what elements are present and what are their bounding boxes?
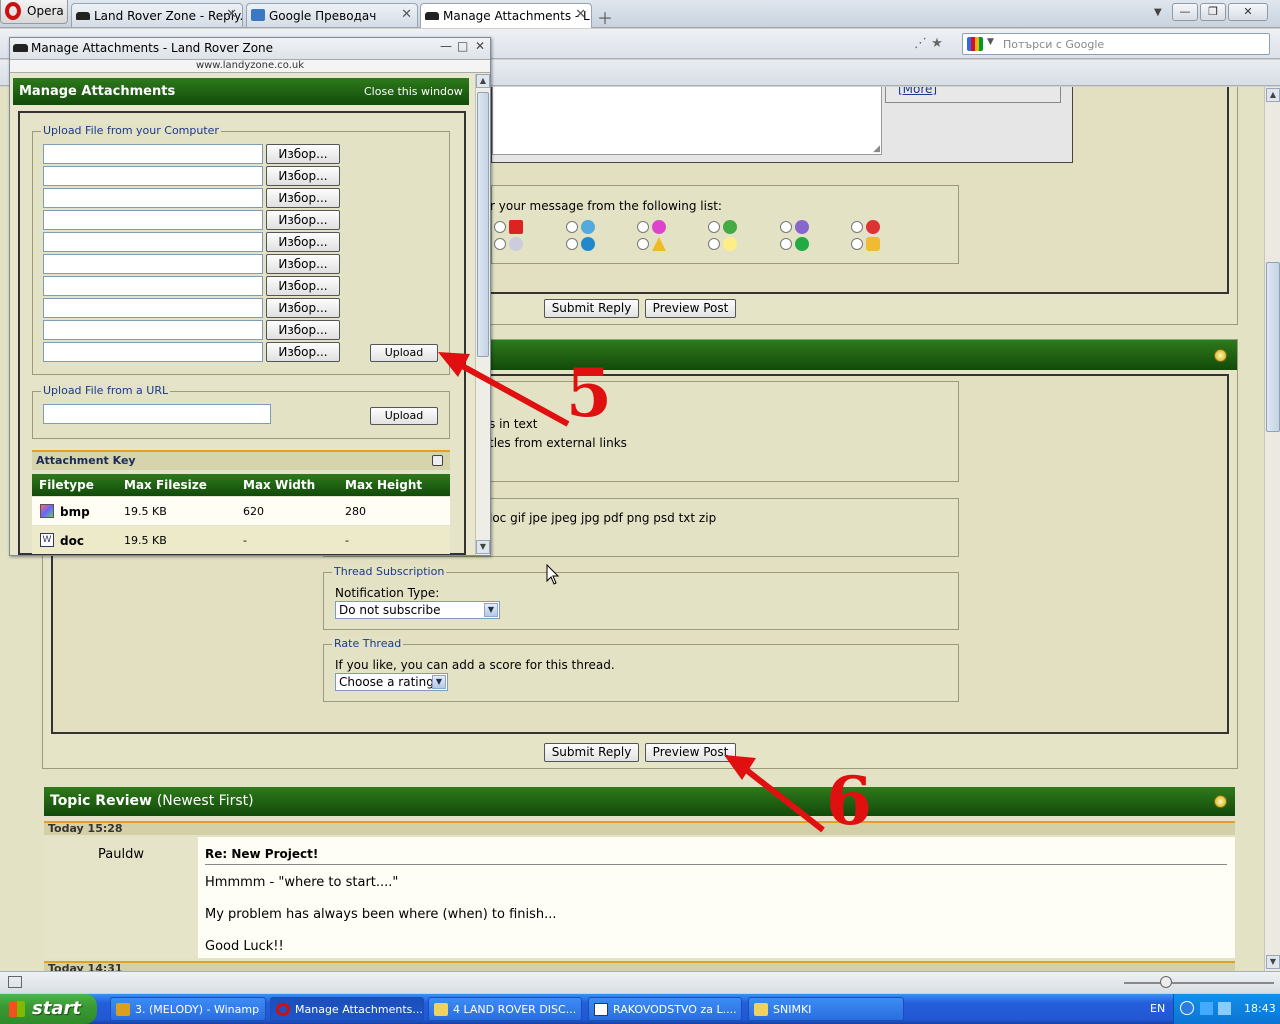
browser-status-bar: [0, 971, 1280, 993]
start-button[interactable]: start: [0, 994, 97, 1024]
word-document-icon: [594, 1003, 608, 1016]
taskbar-item-winamp[interactable]: 3. (MELODY) - Winamp: [110, 997, 266, 1021]
panel-toggle-icon[interactable]: [8, 976, 22, 988]
network-icon[interactable]: [1200, 1002, 1213, 1015]
annotation-arrows: [438, 352, 825, 833]
clock: 18:43: [1244, 1002, 1276, 1015]
opera-icon: [276, 1003, 290, 1016]
tray-chevron-icon[interactable]: [1180, 1001, 1194, 1015]
arrow-step5-shaft: [453, 359, 570, 427]
volume-icon[interactable]: [1218, 1002, 1231, 1015]
zoom-slider[interactable]: [1124, 982, 1274, 984]
start-label: start: [32, 998, 81, 1019]
taskbar-item-folder-snimki[interactable]: SNIMKI: [748, 997, 904, 1021]
taskbar-item-label: RAKOVODSTVO za L....: [613, 1003, 737, 1016]
step-5-label: 5: [566, 354, 612, 432]
taskbar-item-label: 3. (MELODY) - Winamp: [135, 1003, 260, 1016]
taskbar-item-folder-land-rover[interactable]: 4 LAND ROVER DISC...: [428, 997, 582, 1021]
winamp-icon: [116, 1003, 130, 1016]
system-tray: 18:43: [1173, 994, 1280, 1024]
folder-icon: [754, 1003, 768, 1016]
zoom-slider-handle[interactable]: [1160, 976, 1172, 988]
taskbar-item-label: SNIMKI: [773, 1003, 812, 1016]
taskbar-item-label: Manage Attachments...: [295, 1003, 423, 1016]
windows-logo-icon: [9, 1001, 25, 1017]
arrow-step6-shaft: [738, 762, 825, 833]
step-6-label: 6: [826, 762, 872, 840]
taskbar-item-word-doc[interactable]: RAKOVODSTVO za L....: [588, 997, 742, 1021]
language-indicator[interactable]: EN: [1150, 1002, 1165, 1015]
taskbar-item-opera[interactable]: Manage Attachments...: [270, 997, 424, 1021]
windows-taskbar: start 3. (MELODY) - Winamp Manage Attach…: [0, 994, 1280, 1024]
folder-icon: [434, 1003, 448, 1016]
taskbar-item-label: 4 LAND ROVER DISC...: [453, 1003, 577, 1016]
